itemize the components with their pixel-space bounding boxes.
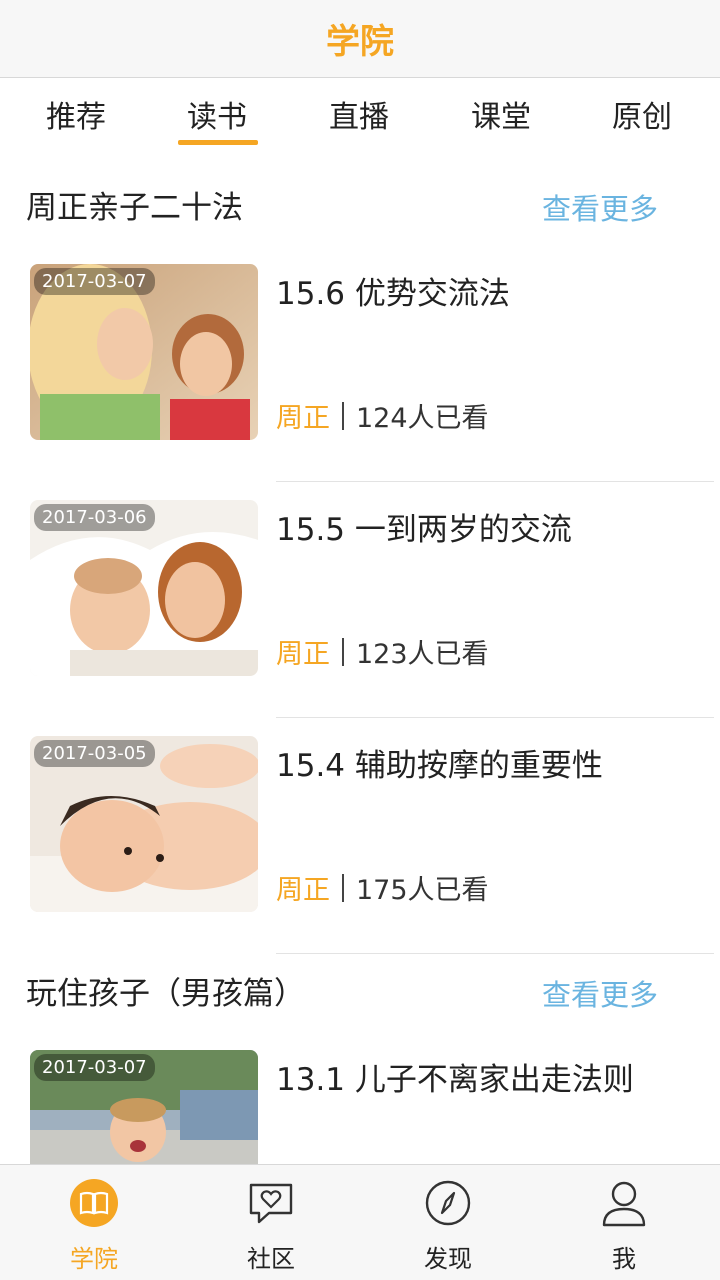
- bottom-tab-me[interactable]: 我: [564, 1175, 684, 1275]
- bottom-tab-label: 发现: [424, 1245, 472, 1273]
- bottom-tab-discover[interactable]: 发现: [388, 1175, 508, 1275]
- top-navbar: 学院: [0, 0, 720, 78]
- item-title: 13.1 儿子不离家出走法则: [276, 1062, 634, 1098]
- person-icon: [602, 1181, 646, 1227]
- date-badge: 2017-03-05: [34, 740, 155, 767]
- section-title: 周正亲子二十法: [26, 190, 243, 226]
- item-meta: 周正 124人已看: [276, 396, 489, 435]
- page-title: 学院: [326, 22, 394, 62]
- item-meta: 周正 175人已看: [276, 868, 489, 907]
- tab-live[interactable]: 直播: [299, 92, 419, 136]
- compass-icon: [425, 1180, 471, 1226]
- date-badge: 2017-03-07: [34, 268, 155, 295]
- list-item[interactable]: 2017-03-05 15.4 辅助按摩的重要性 周正 175人已看: [0, 718, 720, 954]
- thumbnail-image[interactable]: 2017-03-05: [30, 736, 258, 912]
- tab-class[interactable]: 课堂: [441, 92, 561, 136]
- tab-recommend[interactable]: 推荐: [16, 92, 136, 136]
- thumbnail-image[interactable]: 2017-03-07: [30, 1050, 258, 1164]
- author-name: 周正: [276, 875, 330, 906]
- view-count: 175人已看: [356, 875, 489, 906]
- list-item[interactable]: 2017-03-07 15.6 优势交流法 周正 124人已看: [0, 246, 720, 482]
- view-more-link[interactable]: 查看更多: [542, 972, 658, 1014]
- section-title: 玩住孩子（男孩篇）: [26, 976, 305, 1012]
- category-tabs: 推荐 读书 直播 课堂 原创: [0, 78, 720, 148]
- item-meta: 周正 123人已看: [276, 632, 489, 671]
- author-name: 周正: [276, 639, 330, 670]
- bottom-tab-label: 学院: [70, 1245, 118, 1273]
- section-header: 玩住孩子（男孩篇） 查看更多: [0, 936, 720, 1026]
- thumbnail-image[interactable]: 2017-03-06: [30, 500, 258, 676]
- view-count: 123人已看: [356, 639, 489, 670]
- item-title: 15.5 一到两岁的交流: [276, 512, 572, 548]
- content-list[interactable]: 周正亲子二十法 查看更多 2017-03-07 15.6 优势交流法 周正 12…: [0, 150, 720, 1164]
- view-more-link[interactable]: 查看更多: [542, 186, 658, 228]
- section-header: 周正亲子二十法 查看更多: [0, 150, 720, 240]
- date-badge: 2017-03-07: [34, 1054, 155, 1081]
- item-title: 15.4 辅助按摩的重要性: [276, 748, 603, 784]
- tab-reading[interactable]: 读书: [157, 92, 277, 136]
- meta-separator: [342, 401, 344, 430]
- meta-separator: [342, 873, 344, 902]
- thumbnail-image[interactable]: 2017-03-07: [30, 264, 258, 440]
- view-count: 124人已看: [356, 403, 489, 434]
- date-badge: 2017-03-06: [34, 504, 155, 531]
- item-title: 15.6 优势交流法: [276, 276, 510, 312]
- list-item[interactable]: 2017-03-07 13.1 儿子不离家出走法则: [0, 1032, 720, 1164]
- bottom-tab-academy[interactable]: 学院: [34, 1175, 154, 1275]
- bottom-tab-label: 我: [612, 1245, 636, 1273]
- bottom-tab-community[interactable]: 社区: [211, 1175, 331, 1275]
- chat-heart-icon: [249, 1183, 293, 1224]
- bottom-tab-label: 社区: [247, 1245, 295, 1273]
- bottom-tab-bar: 学院 社区 发现 我: [0, 1164, 720, 1280]
- meta-separator: [342, 637, 344, 666]
- list-item[interactable]: 2017-03-06 15.5 一到两岁的交流 周正 123人已看: [0, 482, 720, 718]
- author-name: 周正: [276, 403, 330, 434]
- book-icon: [70, 1179, 118, 1227]
- active-tab-indicator: [178, 140, 258, 145]
- tab-original[interactable]: 原创: [582, 92, 702, 136]
